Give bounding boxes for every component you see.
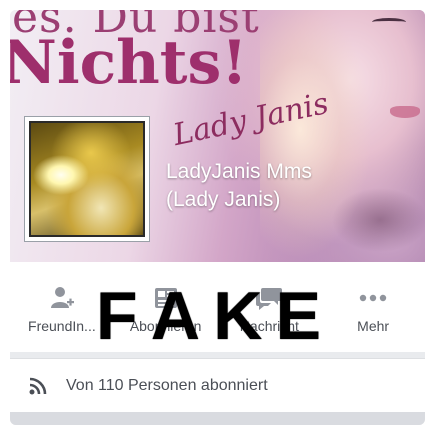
message-icon [255, 286, 283, 310]
next-section-edge [10, 412, 425, 425]
message-button[interactable]: Nachricht [218, 262, 322, 352]
message-label: Nachricht [239, 318, 299, 334]
cover-portrait [260, 10, 425, 262]
add-friend-icon [49, 286, 75, 310]
rss-icon [10, 376, 66, 396]
subscribe-label: Abonnieren [129, 318, 202, 334]
cover-lips [390, 106, 420, 118]
more-icon [358, 286, 388, 310]
add-friend-button[interactable]: FreundIn... [10, 262, 114, 352]
avatar[interactable] [24, 116, 150, 242]
cover-text-line2: Nichts! [10, 28, 248, 98]
subscribers-row[interactable]: Von 110 Personen abonniert [10, 358, 425, 412]
cover-eye [372, 18, 406, 26]
profile-name: LadyJanis Mms (Lady Janis) [166, 158, 416, 214]
profile-action-bar: FreundIn... Abonnieren Nachricht Mehr [10, 262, 425, 352]
add-friend-label: FreundIn... [28, 318, 96, 334]
avatar-image [29, 121, 145, 237]
subscribe-button[interactable]: Abonnieren [114, 262, 218, 352]
more-label: Mehr [357, 318, 390, 334]
more-button[interactable]: Mehr [321, 262, 425, 352]
newsfeed-icon [153, 286, 179, 310]
subscribers-count-text: Von 110 Personen abonniert [66, 376, 268, 394]
profile-name-primary: LadyJanis Mms [166, 160, 312, 183]
profile-card: es. Du bist Nichts! Lady Janis LadyJanis… [10, 10, 425, 425]
profile-name-alternate: (Lady Janis) [166, 188, 281, 211]
